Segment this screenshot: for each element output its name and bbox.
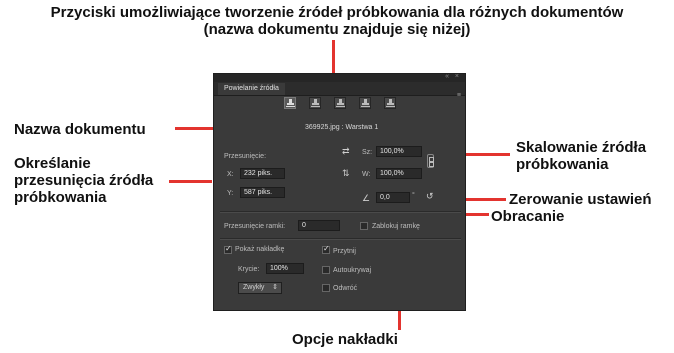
frame-offset-label: Przesunięcie ramki:: [224, 223, 286, 230]
degree-symbol: °: [412, 192, 415, 199]
document-name-label: 369925.jpg : Warstwa 1: [305, 124, 379, 131]
opacity-label: Krycie:: [238, 266, 260, 273]
clone-source-button-1[interactable]: [284, 97, 296, 109]
scale-height-input[interactable]: 100,0%: [376, 168, 422, 179]
clip-label: Przytnij: [333, 248, 356, 255]
reset-transform-icon[interactable]: ↺: [426, 191, 434, 202]
dropdown-arrows-icon: ⇕: [272, 284, 278, 291]
show-overlay-label: Pokaż nakładkę: [235, 246, 285, 253]
stamp-icon: [286, 99, 295, 107]
clip-checkbox[interactable]: [322, 244, 330, 254]
clone-source-button-3[interactable]: [334, 97, 346, 109]
blend-mode-select[interactable]: Zwykły ⇕: [238, 282, 282, 294]
width-label: Sz:: [362, 149, 373, 156]
title-callout-line2: (nazwa dokumentu znajduje się niżej): [203, 21, 471, 38]
divider-2: [220, 238, 461, 240]
offset-callout-line1: Określanie: [14, 155, 91, 172]
scale-callout-line1: Skalowanie źródła: [516, 139, 647, 156]
scale-width-input[interactable]: 100,0%: [376, 146, 422, 157]
clone-source-button-4[interactable]: [359, 97, 371, 109]
offset-leader-line: [169, 180, 212, 183]
overlay-callout: Opcje nakładki: [292, 331, 398, 348]
opacity-input[interactable]: 100%: [266, 263, 304, 274]
stamp-icon: [336, 99, 345, 107]
lock-frame-label: Zablokuj ramkę: [372, 223, 420, 230]
angle-icon: ∠: [362, 193, 371, 203]
stamp-icon: [386, 99, 395, 107]
clone-source-button-5[interactable]: [384, 97, 396, 109]
divider-1: [220, 211, 461, 213]
lock-frame-checkbox[interactable]: [360, 222, 368, 230]
rotate-callout: Obracanie: [491, 208, 565, 225]
reset-callout: Zerowanie ustawień: [509, 191, 652, 208]
blend-mode-value: Zwykły: [243, 284, 265, 291]
height-label: W:: [362, 171, 371, 178]
stamp-icon: [311, 99, 320, 107]
stamp-icon: [361, 99, 370, 107]
clone-source-button-2[interactable]: [309, 97, 321, 109]
panel-menu-icon[interactable]: ≡: [457, 92, 461, 99]
doc-name-callout: Nazwa dokumentu: [14, 121, 146, 138]
offset-x-input[interactable]: 232 piks.: [240, 168, 285, 179]
offset-callout-line3: próbkowania: [14, 189, 107, 206]
offset-callout-line2: przesunięcia źródła: [14, 172, 154, 189]
window-controls[interactable]: « ×: [445, 73, 461, 80]
title-callout-line1: Przyciski umożliwiające tworzenie źródeł…: [50, 4, 624, 21]
panel-titlebar: « ×: [214, 73, 465, 82]
show-overlay-checkbox[interactable]: [224, 244, 232, 254]
flip-vertical-icon[interactable]: ⇅: [342, 168, 350, 179]
clone-source-panel: « × Powielanie źródła ≡ 369925.jpg : War…: [213, 73, 466, 311]
x-label: X:: [227, 171, 234, 178]
autohide-label: Autoukrywaj: [333, 267, 372, 274]
invert-label: Odwróć: [333, 285, 358, 292]
invert-checkbox[interactable]: [322, 284, 330, 292]
y-label: Y:: [227, 190, 234, 197]
rotation-angle-input[interactable]: 0,0: [376, 192, 410, 203]
flip-horizontal-icon[interactable]: ⇄: [342, 146, 350, 157]
panel-tabbar: Powielanie źródła ≡: [214, 82, 465, 99]
offset-label: Przesunięcie:: [224, 153, 267, 160]
frame-offset-input[interactable]: 0: [298, 220, 340, 231]
autohide-checkbox[interactable]: [322, 266, 330, 274]
scale-callout-line2: próbkowania: [516, 156, 609, 173]
link-scale-icon[interactable]: [427, 154, 434, 168]
tab-clone-source[interactable]: Powielanie źródła: [218, 83, 285, 95]
offset-y-input[interactable]: 587 piks.: [240, 187, 285, 198]
